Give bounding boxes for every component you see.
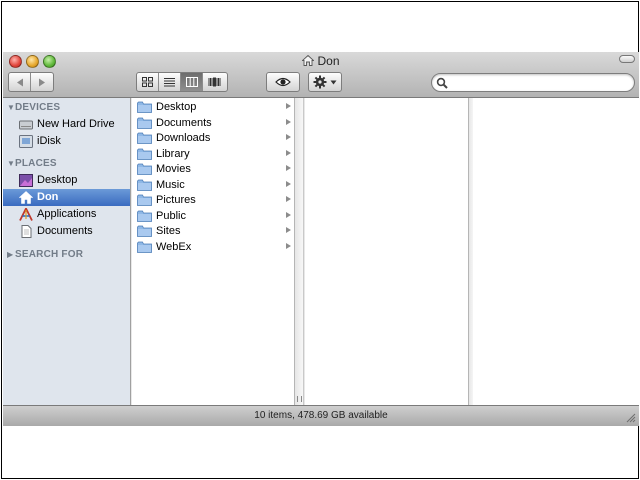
column-item-label: WebEx — [156, 240, 192, 253]
disclosure-arrow-icon — [286, 118, 291, 125]
home-icon — [19, 191, 33, 204]
icon-view-button[interactable] — [137, 73, 159, 91]
column-item-webex[interactable]: WebEx — [132, 240, 294, 256]
folder-icon — [137, 241, 152, 253]
sidebar-section-search-for[interactable]: ▶ SEARCH FOR — [7, 249, 83, 260]
icon-view-icon — [142, 77, 153, 87]
disclosure-arrow-icon — [286, 211, 291, 218]
browser-column-1[interactable]: Desktop Documents Downloads Library Movies Mu… — [132, 98, 295, 405]
browser-column-3[interactable] — [473, 98, 639, 405]
resize-grip-icon[interactable] — [626, 413, 636, 423]
forward-button[interactable] — [31, 73, 53, 91]
quick-look-button[interactable] — [266, 72, 300, 92]
home-icon — [302, 55, 315, 66]
column-item-label: Library — [156, 147, 190, 160]
window-title: Don — [3, 54, 639, 68]
status-bar: 10 items, 478.69 GB available — [3, 405, 639, 426]
column-item-movies[interactable]: Movies — [132, 162, 294, 178]
action-menu-button[interactable] — [308, 72, 342, 92]
disclosure-arrow-icon — [286, 134, 291, 140]
sidebar-item-documents[interactable]: Documents — [3, 223, 130, 240]
folder-icon — [137, 148, 152, 160]
list-view-button[interactable] — [159, 73, 181, 91]
sidebar-item-applications[interactable]: Applications — [3, 206, 130, 223]
window-title-text: Don — [317, 54, 340, 68]
disclosure-arrow-icon — [286, 196, 291, 202]
folder-icon — [137, 117, 152, 129]
column-item-label: Music — [156, 178, 185, 191]
sidebar-section-devices[interactable]: ▼DEVICES — [7, 102, 60, 113]
screenshot-frame: Don ▼DEVICES New Hard Drive iDisk ▼PLACE… — [1, 1, 639, 479]
column-resize-handle[interactable] — [297, 396, 302, 402]
disclosure-arrow-icon — [286, 165, 291, 171]
disclosure-down-icon: ▼ — [7, 159, 16, 168]
folder-icon — [137, 179, 152, 191]
sidebar-item-new-hard-drive[interactable]: New Hard Drive — [3, 116, 130, 133]
column-item-label: Desktop — [156, 101, 197, 113]
column-item-public[interactable]: Public — [132, 209, 294, 225]
gear-icon — [313, 75, 327, 89]
column-item-sites[interactable]: Sites — [132, 224, 294, 240]
list-view-icon — [164, 78, 175, 87]
sidebar-item-idisk[interactable]: iDisk — [3, 133, 130, 150]
folder-icon — [137, 210, 152, 222]
column-item-label: Public — [156, 209, 186, 222]
search-icon — [436, 77, 448, 89]
disclosure-arrow-icon — [286, 149, 291, 156]
column-item-label: Documents — [156, 116, 212, 129]
folder-icon — [137, 194, 152, 206]
back-button[interactable] — [9, 73, 31, 91]
document-icon — [21, 225, 32, 238]
cover-flow-view-button[interactable] — [203, 73, 225, 91]
disclosure-arrow-icon — [286, 103, 291, 109]
applications-icon — [19, 208, 33, 221]
sidebar-section-places[interactable]: ▼PLACES — [7, 158, 57, 169]
eye-icon — [275, 77, 291, 87]
browser-column-2[interactable] — [305, 98, 469, 405]
column-view-button[interactable] — [181, 73, 203, 91]
navigation-buttons — [8, 72, 54, 92]
column-item-label: Sites — [156, 225, 181, 237]
sidebar: ▼DEVICES New Hard Drive iDisk ▼PLACES De… — [3, 98, 131, 405]
desktop-icon — [19, 174, 33, 187]
column-item-music[interactable]: Music — [132, 178, 294, 194]
folder-icon — [137, 101, 152, 113]
column-item-label: Pictures — [156, 194, 196, 206]
column-item-label: Movies — [156, 163, 191, 175]
cover-flow-icon — [208, 77, 220, 87]
hard-drive-icon — [19, 120, 33, 130]
column-item-pictures[interactable]: Pictures — [132, 193, 294, 209]
back-arrow-icon — [16, 78, 23, 86]
disclosure-arrow-icon — [286, 180, 291, 187]
column-item-library[interactable]: Library — [132, 147, 294, 163]
folder-icon — [137, 225, 152, 237]
disclosure-arrow-icon — [286, 227, 291, 233]
disclosure-down-icon: ▼ — [7, 103, 16, 112]
chevron-down-icon — [330, 80, 337, 84]
status-text: 10 items, 478.69 GB available — [254, 410, 388, 421]
search-field[interactable] — [431, 73, 635, 92]
column-item-documents[interactable]: Documents — [132, 116, 294, 132]
column-item-desktop[interactable]: Desktop — [132, 100, 294, 116]
disclosure-arrow-icon — [286, 242, 291, 249]
forward-arrow-icon — [39, 78, 45, 86]
toolbar-toggle-button[interactable] — [619, 55, 635, 63]
view-mode-buttons — [136, 72, 228, 92]
sidebar-item-desktop[interactable]: Desktop — [3, 172, 130, 189]
column-view-icon — [185, 77, 198, 87]
column-item-label: Downloads — [156, 132, 211, 144]
column-item-downloads[interactable]: Downloads — [132, 131, 294, 147]
sidebar-item-don[interactable]: Don — [3, 189, 130, 206]
title-bar[interactable]: Don — [3, 52, 639, 98]
folder-icon — [137, 163, 152, 175]
search-input[interactable] — [450, 76, 630, 90]
finder-window: Don ▼DEVICES New Hard Drive iDisk ▼PLACE… — [3, 52, 639, 426]
column-1-scrollbar[interactable] — [295, 98, 304, 405]
folder-icon — [137, 132, 152, 144]
idisk-icon — [19, 135, 33, 148]
disclosure-right-icon: ▶ — [7, 250, 14, 259]
